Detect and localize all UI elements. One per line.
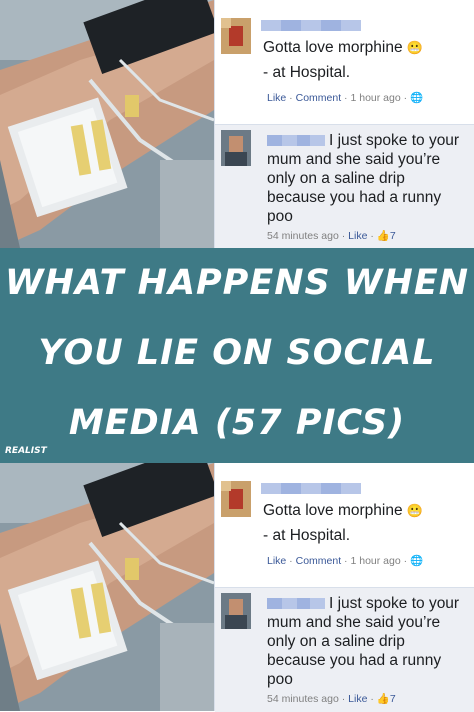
meme-panel-bottom: Gotta love morphine 😬 - at Hospital. Lik…: [0, 463, 474, 712]
post-meta: Like · Comment · 1 hour ago · 🌐: [267, 92, 424, 104]
status-text: Gotta love morphine 😬: [263, 502, 424, 519]
facebook-screenshot: Gotta love morphine 😬 - at Hospital. Lik…: [214, 463, 474, 712]
facebook-screenshot: Gotta love morphine 😬 - at Hospital. Lik…: [214, 0, 474, 249]
globe-icon: 🌐: [410, 92, 424, 104]
status-text: Gotta love morphine 😬: [263, 39, 424, 56]
title-line-1: WHAT HAPPENS WHEN: [4, 263, 470, 303]
comment-post: I just spoke to your mum and she said yo…: [215, 124, 474, 249]
hospital-iv-photo: [0, 463, 214, 711]
blurred-name: [261, 483, 361, 494]
globe-icon: 🌐: [410, 555, 424, 567]
comment-link[interactable]: Comment: [296, 555, 342, 567]
title-banner: WHAT HAPPENS WHEN YOU LIE ON SOCIAL MEDI…: [0, 248, 474, 463]
comment-text: I just spoke to your mum and she said yo…: [267, 595, 460, 688]
comment-link[interactable]: Comment: [296, 92, 342, 104]
comment-text: I just spoke to your mum and she said yo…: [267, 132, 460, 225]
like-link[interactable]: Like: [348, 693, 367, 705]
like-link[interactable]: Like: [267, 555, 286, 567]
avatar: [221, 18, 251, 54]
status-post: Gotta love morphine 😬 - at Hospital. Lik…: [215, 0, 474, 118]
timestamp: 54 minutes ago: [267, 693, 339, 705]
timestamp: 1 hour ago: [350, 555, 401, 567]
thumbs-up-icon: 👍: [376, 230, 390, 242]
status-post: Gotta love morphine 😬 - at Hospital. Lik…: [215, 463, 474, 581]
comment-meta: 54 minutes ago · Like · 👍7: [267, 693, 396, 705]
location-text: - at Hospital.: [263, 527, 351, 544]
watermark: REALIST: [5, 446, 47, 456]
like-link[interactable]: Like: [267, 92, 286, 104]
comment-post: I just spoke to your mum and she said yo…: [215, 587, 474, 712]
like-count: 7: [389, 230, 396, 242]
avatar: [221, 593, 251, 629]
meme-panel-top: Gotta love morphine 😬 - at Hospital. Lik…: [0, 0, 474, 249]
like-count: 7: [389, 693, 396, 705]
location-text: - at Hospital.: [263, 64, 351, 81]
grimace-emoji-icon: 😬: [406, 503, 424, 518]
comment-meta: 54 minutes ago · Like · 👍7: [267, 230, 396, 242]
timestamp: 54 minutes ago: [267, 230, 339, 242]
avatar: [221, 130, 251, 166]
hospital-iv-photo: [0, 0, 214, 248]
title-line-2: YOU LIE ON SOCIAL: [38, 333, 436, 373]
like-link[interactable]: Like: [348, 230, 367, 242]
post-meta: Like · Comment · 1 hour ago · 🌐: [267, 555, 424, 567]
grimace-emoji-icon: 😬: [406, 40, 424, 55]
blurred-name: [261, 20, 361, 31]
title-line-3: MEDIA (57 PICS): [68, 403, 406, 443]
avatar: [221, 481, 251, 517]
thumbs-up-icon: 👍: [376, 693, 390, 705]
timestamp: 1 hour ago: [350, 92, 401, 104]
